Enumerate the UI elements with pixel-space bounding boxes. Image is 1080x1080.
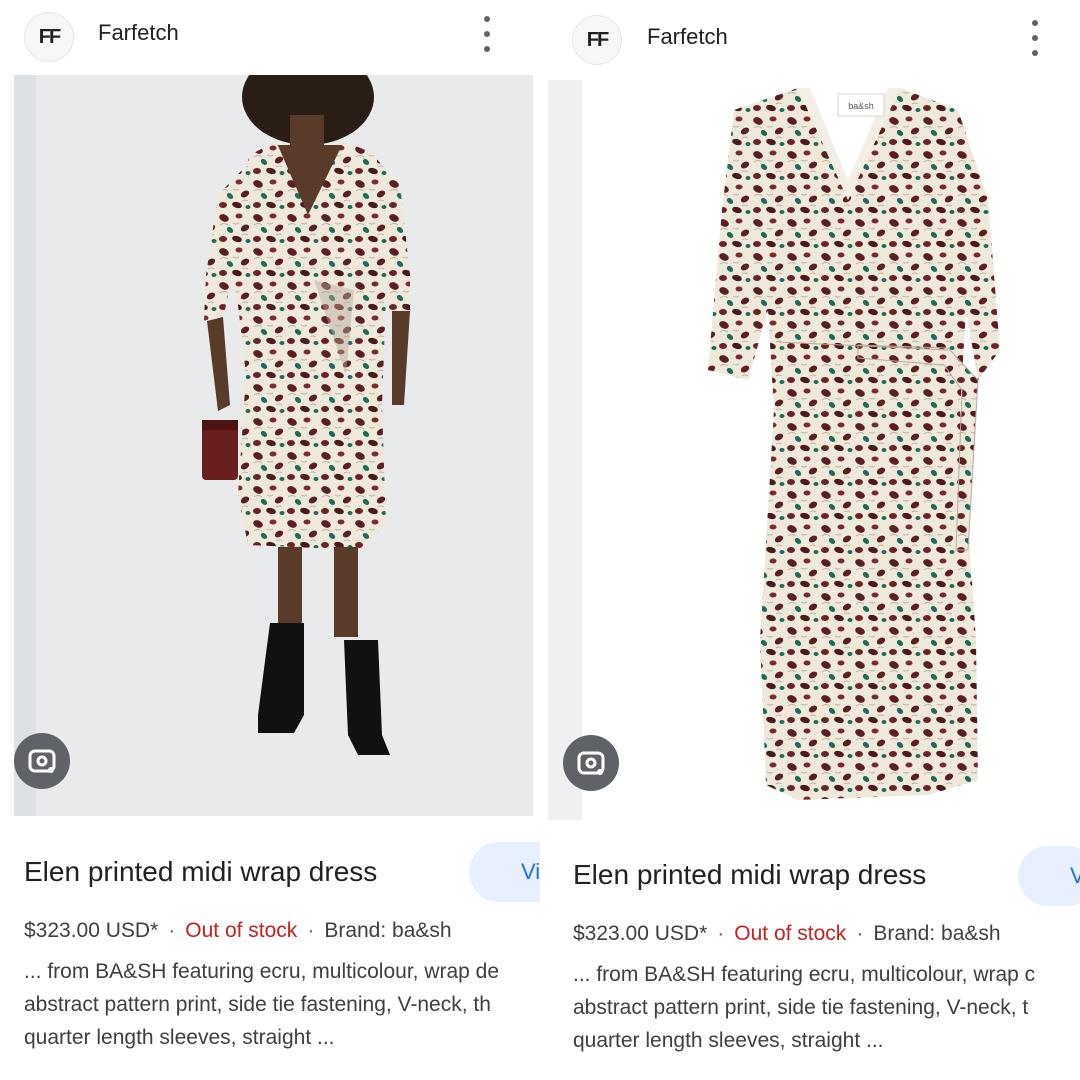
result-header: FF Farfetch — [548, 0, 1080, 70]
site-name[interactable]: Farfetch — [647, 24, 728, 50]
separator: · — [168, 919, 176, 942]
result-card-right[interactable]: FF Farfetch ba&sh Elen printed midi wrap… — [548, 0, 1080, 1080]
product-meta: $323.00 USD* · Out of stock · Brand: ba&sh — [24, 919, 452, 943]
stock-status: Out of stock — [734, 922, 847, 945]
dress-photo: ba&sh — [548, 80, 1080, 820]
more-vert-icon[interactable] — [1027, 20, 1043, 56]
desc-line: ... from BA&SH featuring ecru, multicolo… — [573, 963, 1036, 986]
desc-line: ... from BA&SH featuring ecru, multicolo… — [24, 960, 500, 983]
price: $323.00 USD* — [573, 922, 708, 945]
product-image[interactable]: ba&sh — [548, 80, 1080, 820]
site-name[interactable]: Farfetch — [98, 20, 179, 46]
stock-status: Out of stock — [185, 919, 298, 942]
farfetch-logo: FF — [24, 12, 74, 62]
brand: Brand: ba&sh — [873, 922, 1001, 945]
separator: · — [717, 922, 725, 945]
product-meta: $323.00 USD* · Out of stock · Brand: ba&sh — [573, 922, 1001, 946]
product-description: ... from BA&SH featuring ecru, multicolo… — [573, 958, 1080, 1057]
separator: · — [856, 922, 864, 945]
product-image[interactable] — [14, 75, 533, 816]
farfetch-logo: FF — [572, 15, 622, 65]
lens-icon[interactable] — [14, 733, 70, 789]
result-header: FF Farfetch — [0, 0, 540, 70]
more-vert-icon[interactable] — [479, 16, 495, 52]
brand: Brand: ba&sh — [324, 919, 452, 942]
visit-button[interactable]: V — [1018, 846, 1080, 906]
lens-icon[interactable] — [563, 735, 619, 791]
model-photo — [14, 75, 533, 816]
desc-line: abstract pattern print, side tie fasteni… — [573, 996, 1029, 1019]
result-card-left[interactable]: FF Farfetch Elen printed midi wrap dress… — [0, 0, 540, 1080]
visit-button[interactable]: Vi — [469, 842, 540, 902]
brand-label: ba&sh — [848, 101, 874, 111]
product-title[interactable]: Elen printed midi wrap dress — [24, 856, 377, 888]
separator: · — [307, 919, 315, 942]
product-title[interactable]: Elen printed midi wrap dress — [573, 859, 926, 891]
price: $323.00 USD* — [24, 919, 159, 942]
desc-line: abstract pattern print, side tie fasteni… — [24, 993, 491, 1016]
desc-line: quarter length sleeves, straight ... — [24, 1026, 335, 1049]
desc-line: quarter length sleeves, straight ... — [573, 1029, 884, 1052]
product-description: ... from BA&SH featuring ecru, multicolo… — [24, 955, 536, 1054]
